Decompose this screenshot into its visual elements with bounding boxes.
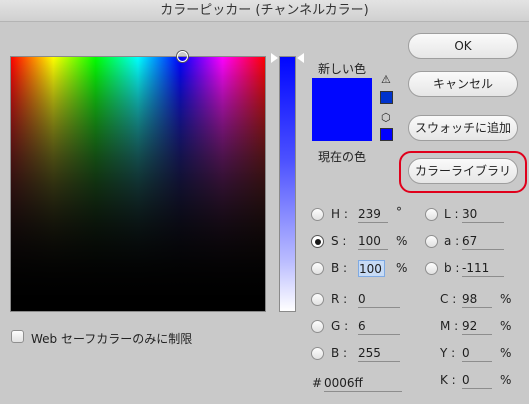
- color-field-marker[interactable]: [177, 51, 188, 62]
- add-to-swatches-button[interactable]: スウォッチに追加: [408, 115, 518, 141]
- lab-b-input[interactable]: -111: [462, 260, 504, 277]
- l-label: L :: [444, 207, 459, 221]
- c-input[interactable]: 98: [462, 291, 492, 308]
- y-input[interactable]: 0: [462, 345, 492, 362]
- y-unit: %: [500, 346, 512, 360]
- radio-g[interactable]: [311, 320, 324, 333]
- current-color-label: 現在の色: [318, 150, 367, 164]
- lab-b-label: b :: [444, 261, 460, 275]
- gamut-warning-icon: ⚠: [381, 73, 391, 86]
- cancel-button[interactable]: キャンセル: [408, 71, 518, 97]
- hex-label: #: [312, 376, 323, 390]
- radio-b[interactable]: [311, 262, 324, 275]
- websafe-cube-icon: ⬡: [381, 111, 391, 124]
- k-label: K :: [440, 373, 456, 387]
- slider-handle-left[interactable]: [271, 53, 278, 63]
- rgb-b-label: B :: [331, 346, 348, 360]
- radio-lab-b[interactable]: [425, 262, 438, 275]
- c-label: C :: [440, 292, 457, 306]
- new-color-label: 新しい色: [318, 62, 367, 76]
- radio-l[interactable]: [425, 208, 438, 221]
- m-label: M :: [440, 319, 459, 333]
- y-label: Y :: [440, 346, 456, 360]
- h-input[interactable]: 239: [358, 206, 388, 223]
- b-unit: %: [396, 261, 408, 275]
- g-label: G :: [331, 319, 349, 333]
- ok-button[interactable]: OK: [408, 33, 518, 59]
- web-only-label: Web セーフカラーのみに制限: [31, 332, 193, 346]
- gamut-warning-swatch[interactable]: [380, 91, 393, 104]
- slider-handle-right[interactable]: [297, 53, 304, 63]
- g-input[interactable]: 6: [358, 318, 400, 335]
- rgb-b-input[interactable]: 255: [358, 345, 400, 362]
- h-unit: °: [396, 205, 402, 219]
- window-title: カラーピッカー (チャンネルカラー): [0, 0, 529, 22]
- radio-rgb-b[interactable]: [311, 347, 324, 360]
- radio-s[interactable]: [311, 235, 324, 248]
- a-input[interactable]: 67: [462, 233, 504, 250]
- b-input[interactable]: 100: [358, 260, 385, 277]
- m-unit: %: [500, 319, 512, 333]
- color-field[interactable]: [10, 51, 266, 312]
- b-label: B :: [331, 261, 348, 275]
- color-field-shade: [11, 57, 265, 311]
- s-input[interactable]: 100: [358, 233, 388, 250]
- k-input[interactable]: 0: [462, 372, 492, 389]
- radio-r[interactable]: [311, 293, 324, 306]
- l-input[interactable]: 30: [462, 206, 504, 223]
- h-label: H :: [331, 207, 348, 221]
- channel-slider[interactable]: [279, 56, 296, 312]
- k-unit: %: [500, 373, 512, 387]
- hex-input[interactable]: 0006ff: [324, 375, 402, 392]
- m-input[interactable]: 92: [462, 318, 492, 335]
- color-libraries-button[interactable]: カラーライブラリ: [408, 158, 518, 184]
- a-label: a :: [444, 234, 460, 248]
- web-only-checkbox[interactable]: [11, 330, 24, 343]
- r-input[interactable]: 0: [358, 291, 400, 308]
- websafe-swatch[interactable]: [380, 128, 393, 141]
- s-unit: %: [396, 234, 408, 248]
- current-color-swatch[interactable]: [312, 101, 372, 141]
- c-unit: %: [500, 292, 512, 306]
- s-label: S :: [331, 234, 347, 248]
- radio-a[interactable]: [425, 235, 438, 248]
- radio-h[interactable]: [311, 208, 324, 221]
- r-label: R :: [331, 292, 348, 306]
